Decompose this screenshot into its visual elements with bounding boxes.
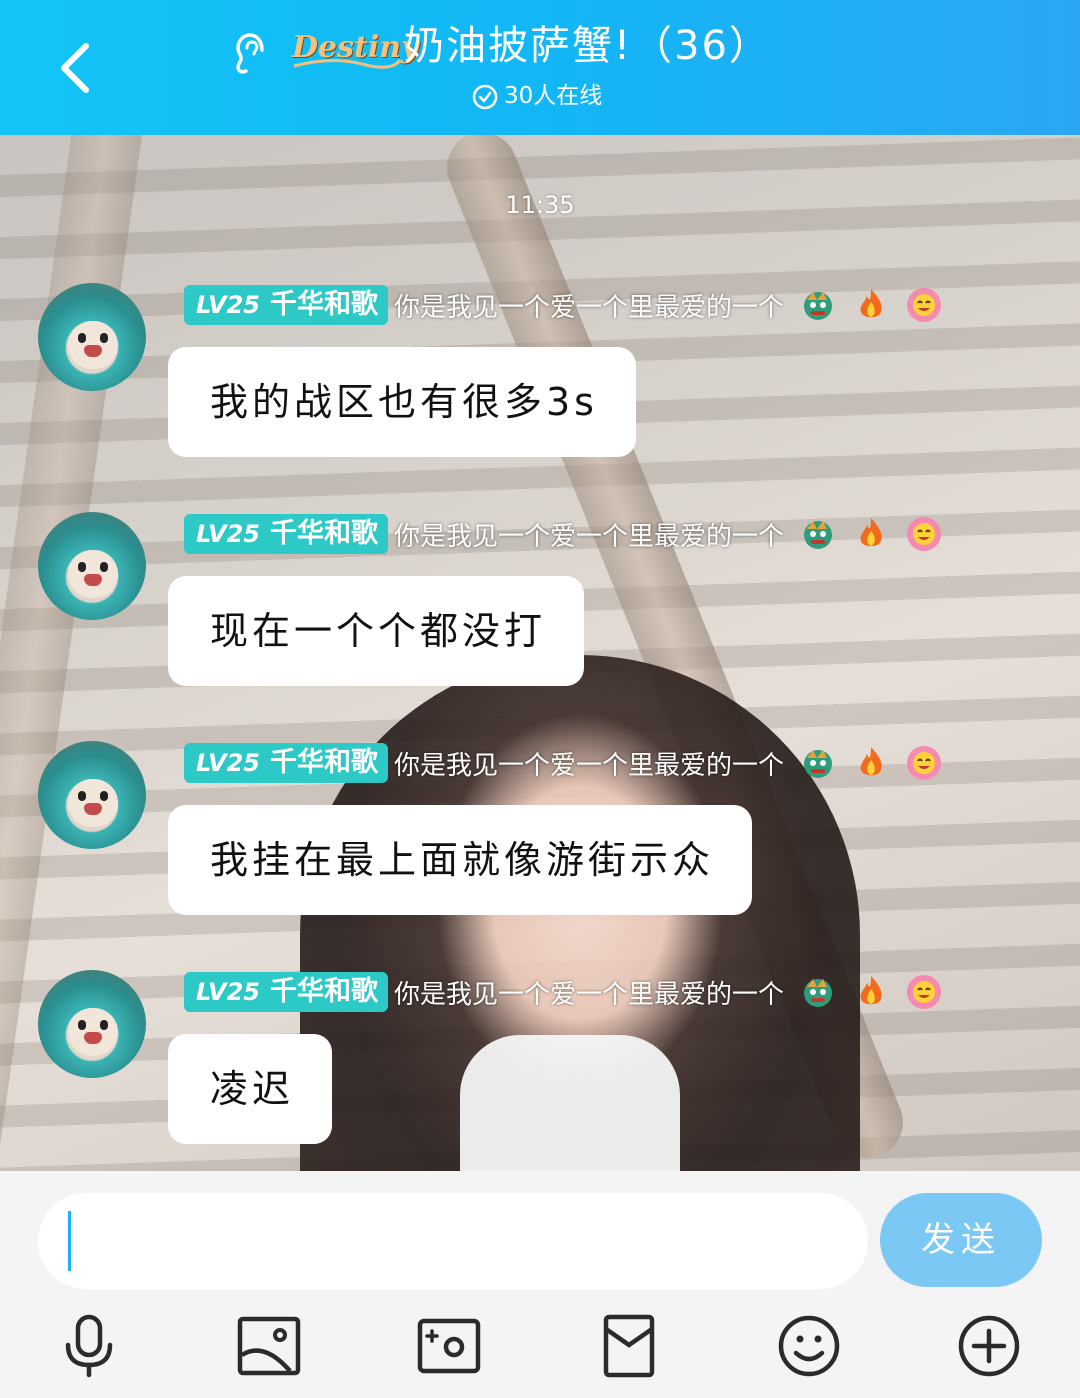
chat-message: LV25 千华和歌 你是我见一个爱一个里最爱的一个 现在一个个都没打	[0, 512, 1080, 712]
level-label: LV25	[196, 978, 260, 1006]
fire-icon	[860, 747, 882, 776]
group-logo: Destiny	[292, 28, 419, 76]
message-bubble[interactable]: 我挂在最上面就像游街示众	[168, 805, 753, 915]
sender-name: 千华和歌	[269, 976, 378, 1007]
dragon-icon	[804, 292, 833, 320]
red-packet-icon[interactable]	[594, 1311, 664, 1381]
input-bar: 发送	[0, 1171, 1080, 1398]
level-badge[interactable]: LV25 千华和歌	[184, 285, 388, 325]
sender-signature: 你是我见一个爱一个里最爱的一个	[393, 292, 784, 323]
avatar[interactable]	[38, 512, 146, 620]
sender-row: LV25 千华和歌 你是我见一个爱一个里最爱的一个	[184, 285, 943, 327]
level-label: LV25	[196, 520, 260, 548]
timestamp: 11:35	[505, 191, 575, 219]
level-badge[interactable]: LV25 千华和歌	[184, 743, 388, 783]
chat-message: LV25 千华和歌 你是我见一个爱一个里最爱的一个 我的战区也有很多3s	[0, 283, 1080, 483]
microphone-icon[interactable]	[54, 1311, 124, 1381]
image-icon[interactable]	[234, 1311, 304, 1381]
chat-header: Destiny 奶油披萨蟹!（36） 30人在线	[0, 0, 1080, 135]
level-label: LV25	[196, 291, 260, 319]
text-caret	[68, 1211, 71, 1271]
back-arrow-icon[interactable]	[52, 40, 100, 96]
camera-icon[interactable]	[414, 1311, 484, 1381]
sender-name: 千华和歌	[269, 518, 378, 549]
flower-face-icon	[907, 517, 942, 551]
sender-signature: 你是我见一个爱一个里最爱的一个	[393, 521, 784, 552]
plus-icon[interactable]	[954, 1311, 1024, 1381]
fire-icon	[860, 289, 882, 318]
flower-face-icon	[907, 975, 942, 1009]
sender-row: LV25 千华和歌 你是我见一个爱一个里最爱的一个	[184, 972, 943, 1014]
send-button[interactable]: 发送	[880, 1193, 1042, 1287]
fire-icon	[860, 518, 882, 547]
flower-face-icon	[907, 746, 942, 780]
sender-signature: 你是我见一个爱一个里最爱的一个	[393, 750, 784, 781]
sender-row: LV25 千华和歌 你是我见一个爱一个里最爱的一个	[184, 743, 943, 785]
emoji-icon[interactable]	[774, 1311, 844, 1381]
group-title: 奶油披萨蟹!（36）	[404, 23, 771, 69]
level-label: LV25	[196, 749, 260, 777]
chat-message: LV25 千华和歌 你是我见一个爱一个里最爱的一个 凌迟	[0, 970, 1080, 1170]
avatar[interactable]	[38, 970, 146, 1078]
ear-icon[interactable]	[232, 28, 272, 76]
level-badge[interactable]: LV25 千华和歌	[184, 514, 388, 554]
online-count: 30人在线	[504, 83, 603, 109]
fire-icon	[860, 976, 882, 1005]
avatar[interactable]	[38, 741, 146, 849]
sender-row: LV25 千华和歌 你是我见一个爱一个里最爱的一个	[184, 514, 943, 556]
sender-name: 千华和歌	[269, 289, 378, 320]
online-status: 30人在线	[472, 80, 602, 112]
avatar[interactable]	[38, 283, 146, 391]
chat-area[interactable]: 11:35 LV25 千华和歌 你是我见一个爱一个里最爱的一个 我的战区也有很多3s…	[0, 135, 1080, 1171]
check-circle-icon	[472, 84, 498, 109]
dragon-icon	[804, 750, 833, 778]
message-input[interactable]	[38, 1193, 868, 1289]
level-badge[interactable]: LV25 千华和歌	[184, 972, 388, 1012]
chat-message: LV25 千华和歌 你是我见一个爱一个里最爱的一个 我挂在最上面就像游街示众	[0, 741, 1080, 941]
sender-signature: 你是我见一个爱一个里最爱的一个	[393, 979, 784, 1010]
flower-face-icon	[907, 288, 942, 322]
message-bubble[interactable]: 现在一个个都没打	[168, 576, 585, 686]
message-bubble[interactable]: 凌迟	[168, 1034, 333, 1144]
dragon-icon	[804, 521, 833, 549]
dragon-icon	[804, 979, 833, 1007]
message-bubble[interactable]: 我的战区也有很多3s	[168, 347, 636, 457]
sender-name: 千华和歌	[269, 747, 378, 778]
